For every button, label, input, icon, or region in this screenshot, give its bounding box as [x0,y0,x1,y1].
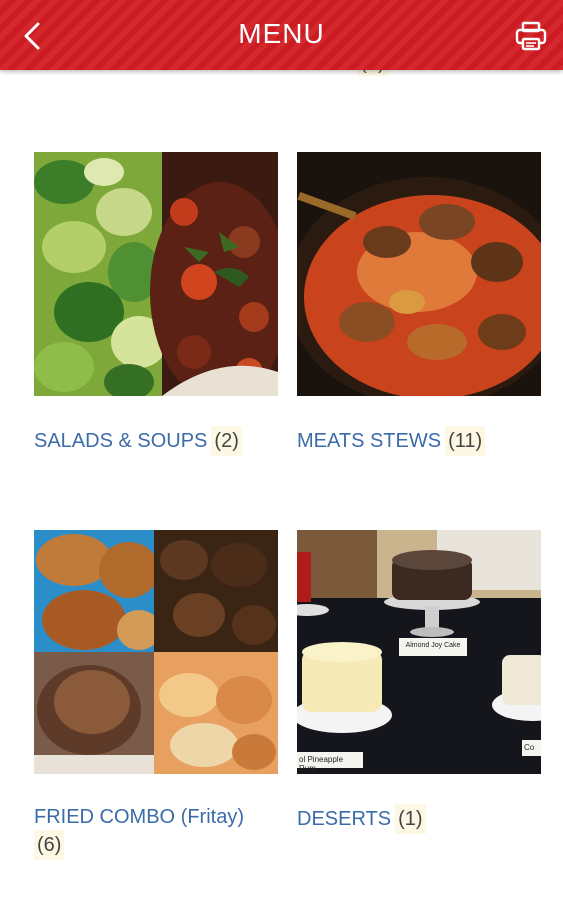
app-header: MENU [0,0,563,70]
deserts-image[interactable]: Almond Joy Cake ol Pineapple Rum Co [297,530,541,774]
cake-tag: Co [524,743,535,752]
category-card-salads-soups[interactable]: SALADS & SOUPS (2) [34,152,278,456]
category-label[interactable]: MEATS STEWS (11) [297,426,541,456]
cake-tag: ol Pineapple Rum [299,755,344,773]
category-count: (11) [445,426,486,456]
category-label[interactable]: DESERTS (1) [297,804,541,834]
cake-tag: Almond Joy Cake [405,642,461,649]
category-name: DESERTS [297,808,392,830]
category-count: (1) [395,804,426,834]
fried-combo-image[interactable] [34,530,278,774]
category-count: (2) [211,426,242,456]
category-name: MEATS STEWS [297,430,442,452]
salads-soups-image[interactable] [34,152,278,396]
printer-icon[interactable] [513,18,549,54]
category-label[interactable]: FRIED COMBO (Fritay) (6) [34,804,278,860]
category-name: FRIED COMBO (Fritay) [34,806,244,828]
page-title: MENU [238,18,325,49]
category-count: (6) [34,830,65,860]
meats-stews-image[interactable] [297,152,541,396]
category-card-meats-stews[interactable]: MEATS STEWS (11) [297,152,541,456]
category-name: SALADS & SOUPS [34,430,208,452]
category-card-deserts[interactable]: Almond Joy Cake ol Pineapple Rum Co DESE… [297,530,541,834]
category-card-fried-combo[interactable]: FRIED COMBO (Fritay) (6) [34,530,278,860]
category-label[interactable]: SALADS & SOUPS (2) [34,426,278,456]
